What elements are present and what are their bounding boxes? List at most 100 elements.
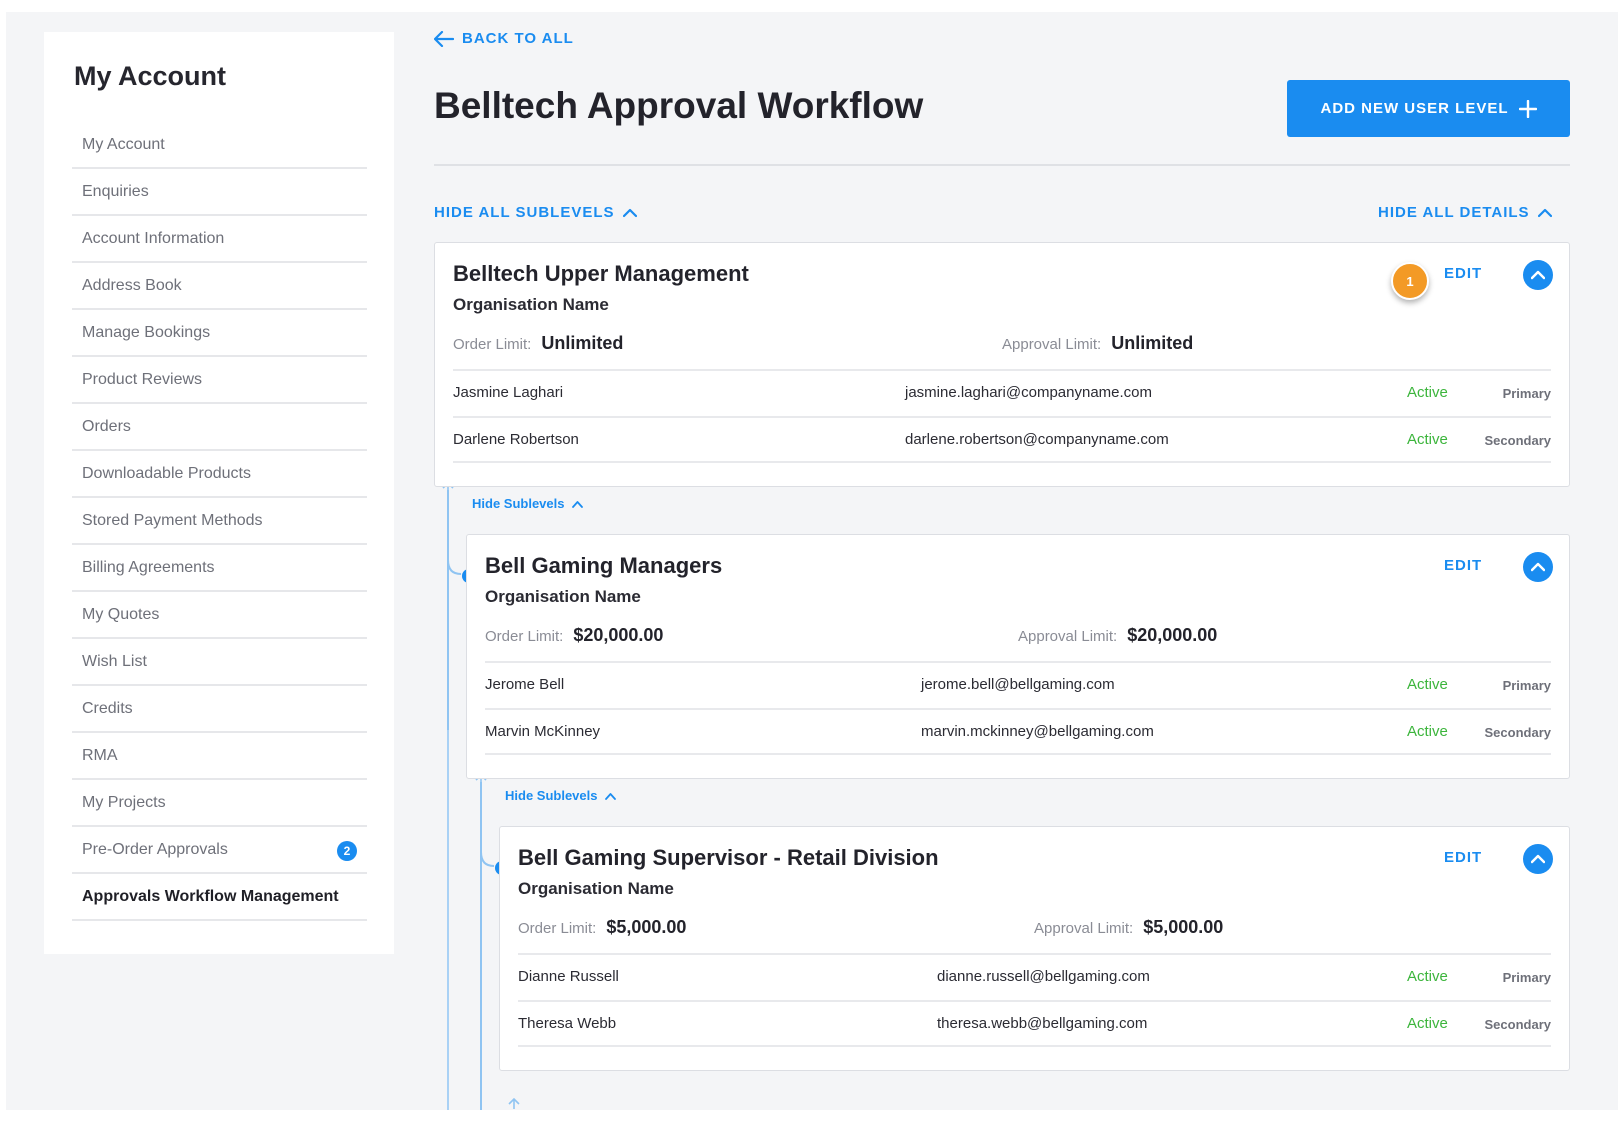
account-sidebar: My Account My Account Enquiries Account … bbox=[44, 32, 394, 954]
edit-level-button[interactable]: EDIT bbox=[1444, 265, 1482, 282]
user-row: Jerome Bell jerome.bell@bellgaming.com A… bbox=[485, 661, 1551, 708]
chevron-up-icon bbox=[1537, 208, 1552, 217]
nav-item-rma[interactable]: RMA bbox=[72, 733, 367, 780]
user-role: Secondary bbox=[1484, 725, 1551, 740]
step-marker-badge: 1 bbox=[1391, 262, 1429, 300]
edit-level-button[interactable]: EDIT bbox=[1444, 849, 1482, 866]
chevron-up-icon bbox=[1531, 854, 1545, 864]
tree-connector-level-2 bbox=[480, 782, 482, 1110]
chevron-up-icon bbox=[605, 792, 617, 800]
back-to-all-label: BACK TO ALL bbox=[462, 30, 574, 47]
user-name: Jerome Bell bbox=[485, 676, 565, 693]
nav-item-address-book[interactable]: Address Book bbox=[72, 263, 367, 310]
nav-item-product-reviews[interactable]: Product Reviews bbox=[72, 357, 367, 404]
user-status: Active bbox=[1407, 1015, 1448, 1032]
add-new-user-level-button[interactable]: ADD NEW USER LEVEL bbox=[1287, 80, 1570, 137]
chevron-up-icon bbox=[622, 208, 637, 217]
app-frame: My Account My Account Enquiries Account … bbox=[6, 12, 1618, 1110]
user-role: Primary bbox=[1502, 386, 1551, 401]
user-row: Jasmine Laghari jasmine.laghari@companyn… bbox=[453, 369, 1551, 416]
add-new-user-level-label: ADD NEW USER LEVEL bbox=[1320, 100, 1509, 117]
level-title: Bell Gaming Supervisor - Retail Division bbox=[518, 845, 939, 870]
user-name: Darlene Robertson bbox=[453, 431, 579, 448]
user-email: dianne.russell@bellgaming.com bbox=[937, 968, 1150, 985]
user-email: jerome.bell@bellgaming.com bbox=[921, 676, 1115, 693]
user-name: Marvin McKinney bbox=[485, 723, 601, 740]
user-status: Active bbox=[1407, 676, 1448, 693]
order-limit: Order Limit: $5,000.00 bbox=[518, 917, 687, 937]
user-role: Secondary bbox=[1484, 1017, 1551, 1032]
user-name: Theresa Webb bbox=[518, 1015, 617, 1032]
nav-item-approvals-workflow-management[interactable]: Approvals Workflow Management bbox=[72, 874, 367, 921]
user-email: jasmine.laghari@companyname.com bbox=[905, 384, 1153, 401]
chevron-up-icon bbox=[1531, 562, 1545, 572]
chevron-up-icon bbox=[1531, 270, 1545, 280]
user-status: Active bbox=[1407, 384, 1448, 401]
back-to-all-link[interactable]: BACK TO ALL bbox=[434, 30, 574, 47]
arrow-up-icon bbox=[508, 1098, 520, 1109]
nav-item-downloadable-products[interactable]: Downloadable Products bbox=[72, 451, 367, 498]
user-email: theresa.webb@bellgaming.com bbox=[937, 1015, 1148, 1032]
hide-all-sublevels-label: HIDE ALL SUBLEVELS bbox=[434, 204, 615, 221]
user-role: Primary bbox=[1502, 970, 1551, 985]
level-users: Dianne Russell dianne.russell@bellgaming… bbox=[518, 953, 1551, 1047]
plus-icon bbox=[1518, 99, 1537, 118]
user-email: darlene.robertson@companyname.com bbox=[905, 431, 1169, 448]
hide-sublevels-label: Hide Sublevels bbox=[505, 788, 598, 803]
hide-sublevels-label: Hide Sublevels bbox=[472, 496, 565, 511]
sidebar-title: My Account bbox=[74, 61, 227, 91]
collapse-details-button[interactable] bbox=[1523, 552, 1553, 582]
user-row: Darlene Robertson darlene.robertson@comp… bbox=[453, 416, 1551, 463]
user-name: Dianne Russell bbox=[518, 968, 619, 985]
account-nav: My Account Enquiries Account Information… bbox=[72, 122, 367, 921]
nav-item-pre-order-approvals[interactable]: Pre-Order Approvals 2 bbox=[72, 827, 367, 874]
level-organisation: Organisation Name bbox=[453, 295, 609, 314]
collapse-details-button[interactable] bbox=[1523, 844, 1553, 874]
nav-item-enquiries[interactable]: Enquiries bbox=[72, 169, 367, 216]
pending-count-badge: 2 bbox=[337, 841, 357, 861]
nav-item-billing-agreements[interactable]: Billing Agreements bbox=[72, 545, 367, 592]
user-name: Jasmine Laghari bbox=[453, 384, 564, 401]
nav-item-wish-list[interactable]: Wish List bbox=[72, 639, 367, 686]
user-row: Dianne Russell dianne.russell@bellgaming… bbox=[518, 953, 1551, 1000]
level-title: Belltech Upper Management bbox=[453, 261, 749, 286]
nav-item-credits[interactable]: Credits bbox=[72, 686, 367, 733]
collapse-details-button[interactable] bbox=[1523, 260, 1553, 290]
user-row: Theresa Webb theresa.webb@bellgaming.com… bbox=[518, 1000, 1551, 1047]
level-title: Bell Gaming Managers bbox=[485, 553, 723, 578]
tree-connector-level-1 bbox=[447, 490, 449, 730]
order-limit: Order Limit: Unlimited bbox=[453, 333, 624, 353]
user-status: Active bbox=[1407, 723, 1448, 740]
user-role: Primary bbox=[1502, 678, 1551, 693]
hide-all-details-label: HIDE ALL DETAILS bbox=[1378, 204, 1530, 221]
tree-connector-level-1-continued bbox=[447, 730, 449, 1110]
page-title: Belltech Approval Workflow bbox=[434, 85, 924, 126]
nav-item-my-projects[interactable]: My Projects bbox=[72, 780, 367, 827]
level-card-gaming-managers: Bell Gaming Managers Organisation Name O… bbox=[466, 534, 1570, 779]
edit-level-button[interactable]: EDIT bbox=[1444, 557, 1482, 574]
approval-limit: Approval Limit: $5,000.00 bbox=[1034, 917, 1224, 937]
level-users: Jerome Bell jerome.bell@bellgaming.com A… bbox=[485, 661, 1551, 755]
user-email: marvin.mckinney@bellgaming.com bbox=[921, 723, 1154, 740]
hide-sublevels-toggle[interactable]: Hide Sublevels bbox=[472, 496, 584, 511]
arrow-left-icon bbox=[434, 30, 454, 47]
level-organisation: Organisation Name bbox=[518, 879, 674, 898]
level-card-retail-supervisor: Bell Gaming Supervisor - Retail Division… bbox=[499, 826, 1570, 1071]
header-divider bbox=[434, 164, 1570, 166]
nav-item-stored-payment-methods[interactable]: Stored Payment Methods bbox=[72, 498, 367, 545]
approval-limit: Approval Limit: $20,000.00 bbox=[1018, 625, 1218, 645]
level-organisation: Organisation Name bbox=[485, 587, 641, 606]
nav-item-my-account[interactable]: My Account bbox=[72, 122, 367, 169]
hide-all-sublevels-toggle[interactable]: HIDE ALL SUBLEVELS bbox=[434, 204, 637, 221]
approval-limit: Approval Limit: Unlimited bbox=[1002, 333, 1194, 353]
user-status: Active bbox=[1407, 431, 1448, 448]
hide-sublevels-toggle[interactable]: Hide Sublevels bbox=[505, 788, 617, 803]
nav-item-manage-bookings[interactable]: Manage Bookings bbox=[72, 310, 367, 357]
nav-item-orders[interactable]: Orders bbox=[72, 404, 367, 451]
hide-all-details-toggle[interactable]: HIDE ALL DETAILS bbox=[1378, 204, 1552, 221]
user-row: Marvin McKinney marvin.mckinney@bellgami… bbox=[485, 708, 1551, 755]
nav-item-account-information[interactable]: Account Information bbox=[72, 216, 367, 263]
user-status: Active bbox=[1407, 968, 1448, 985]
nav-item-my-quotes[interactable]: My Quotes bbox=[72, 592, 367, 639]
user-role: Secondary bbox=[1484, 433, 1551, 448]
